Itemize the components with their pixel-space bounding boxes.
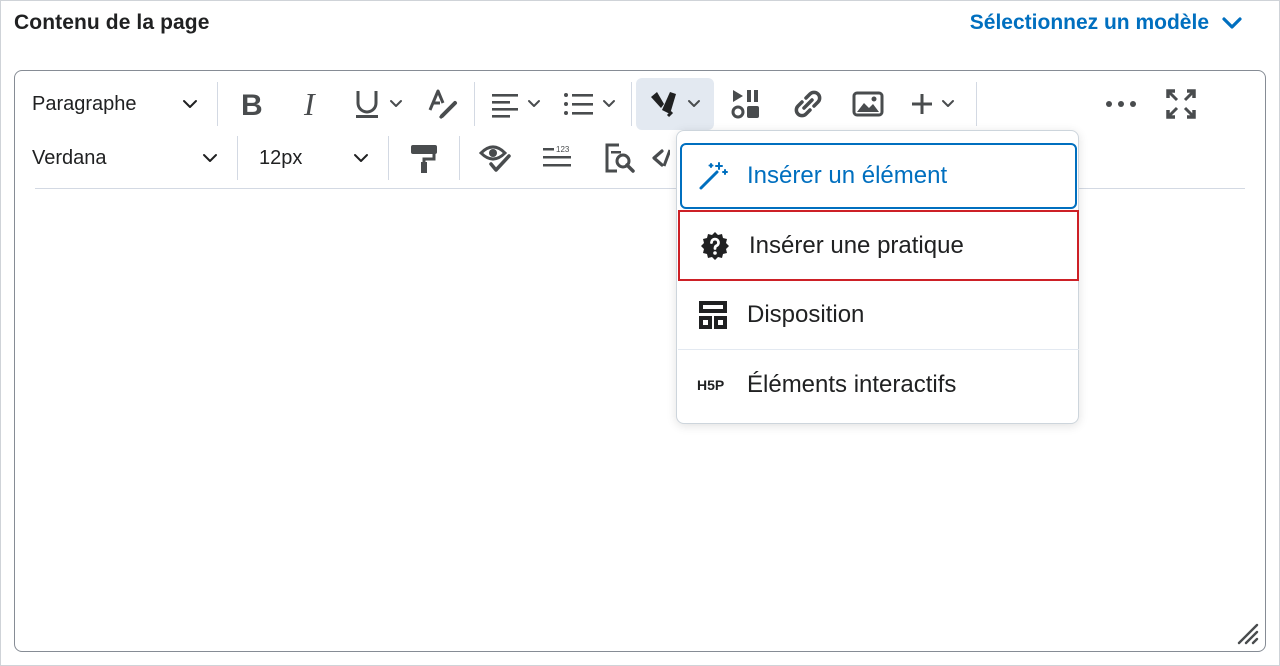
font-family-select[interactable]: Verdana <box>15 136 233 180</box>
find-replace-icon <box>605 143 635 173</box>
svg-text:123: 123 <box>556 145 570 154</box>
toolbar-separator <box>388 136 389 180</box>
toolbar-separator <box>631 82 632 126</box>
page-frame: Contenu de la page Sélectionnez un modèl… <box>0 0 1280 666</box>
find-replace-button[interactable] <box>588 132 650 184</box>
chevron-down-icon <box>203 154 217 162</box>
italic-button[interactable]: I <box>282 78 342 130</box>
menu-item-layout[interactable]: Disposition <box>678 281 1079 350</box>
align-button[interactable] <box>479 78 553 130</box>
toolbar-separator <box>237 136 238 180</box>
chevron-down-icon <box>942 100 954 107</box>
source-code-icon <box>652 149 670 167</box>
toolbar-separator <box>459 136 460 180</box>
select-template-link[interactable]: Sélectionnez un modèle <box>970 11 1243 35</box>
link-button[interactable] <box>778 78 838 130</box>
menu-item-label: Insérer une pratique <box>749 231 964 259</box>
chevron-down-icon <box>354 154 368 162</box>
list-button[interactable] <box>553 78 627 130</box>
plus-icon <box>912 94 932 114</box>
media-icon <box>731 90 759 119</box>
resize-handle-icon[interactable] <box>1237 623 1259 645</box>
toolbar-row-1: Paragraphe B I <box>15 78 1211 130</box>
italic-icon: I <box>303 89 316 119</box>
chevron-down-icon <box>183 100 197 108</box>
text-color-button[interactable] <box>414 78 470 130</box>
bullet-list-icon <box>564 93 593 115</box>
font-size-select[interactable]: 12px <box>242 136 384 180</box>
text-color-icon <box>428 89 457 120</box>
accessibility-checker-icon <box>479 145 511 172</box>
chevron-down-icon <box>1222 17 1242 29</box>
chevron-down-icon <box>390 100 402 107</box>
toolbar-separator <box>976 82 977 126</box>
bold-button[interactable]: B <box>222 78 282 130</box>
menu-item-label: Disposition <box>747 301 865 328</box>
menu-item-interactive-elements[interactable]: H5P Éléments interactifs <box>678 351 1079 419</box>
underline-icon <box>356 91 378 118</box>
question-badge-icon <box>698 229 732 263</box>
page-title: Contenu de la page <box>14 11 210 34</box>
source-code-button[interactable] <box>650 132 674 184</box>
menu-item-label: Insérer un élément <box>747 162 948 189</box>
svg-text:I: I <box>303 89 316 119</box>
layout-icon <box>696 298 730 332</box>
chevron-down-icon <box>603 100 615 107</box>
more-icon <box>1106 101 1136 107</box>
insert-more-button[interactable] <box>898 78 968 130</box>
accessibility-checker-button[interactable] <box>464 132 526 184</box>
toolbar-separator <box>474 82 475 126</box>
insert-stuff-icon <box>651 92 676 118</box>
menu-item-label: Éléments interactifs <box>747 371 957 398</box>
svg-text:B: B <box>241 89 263 119</box>
select-template-label: Sélectionnez un modèle <box>969 11 1209 34</box>
magic-wand-icon <box>696 159 730 193</box>
image-button[interactable] <box>838 78 898 130</box>
chevron-down-icon <box>688 100 700 107</box>
underline-button[interactable] <box>342 78 414 130</box>
svg-text:H5P: H5P <box>697 377 724 393</box>
font-size-value: 12px <box>259 146 303 169</box>
align-left-icon <box>492 94 518 118</box>
menu-item-insert-practice[interactable]: Insérer une pratique <box>678 210 1079 281</box>
toolbar-separator <box>217 82 218 126</box>
insert-stuff-menu: Insérer un élément Insérer une pratique … <box>676 130 1079 424</box>
block-format-select[interactable]: Paragraphe <box>15 82 213 126</box>
format-painter-button[interactable] <box>393 132 455 184</box>
link-icon <box>794 90 822 118</box>
toolbar-row-2: Verdana 12px 123 <box>15 132 674 184</box>
fullscreen-icon <box>1166 89 1196 119</box>
h5p-icon: H5P <box>696 368 730 402</box>
chevron-down-icon <box>528 100 540 107</box>
block-format-value: Paragraphe <box>32 92 137 115</box>
format-painter-icon <box>411 145 437 173</box>
bold-icon: B <box>241 89 263 119</box>
more-actions-button[interactable] <box>1091 78 1151 130</box>
word-count-button[interactable]: 123 <box>526 132 588 184</box>
image-icon <box>852 91 884 117</box>
media-button[interactable] <box>714 78 778 130</box>
word-count-icon: 123 <box>543 145 571 167</box>
font-family-value: Verdana <box>32 146 107 169</box>
menu-item-insert-element[interactable]: Insérer un élément <box>680 143 1077 209</box>
insert-stuff-button[interactable] <box>636 78 714 130</box>
fullscreen-button[interactable] <box>1151 78 1211 130</box>
